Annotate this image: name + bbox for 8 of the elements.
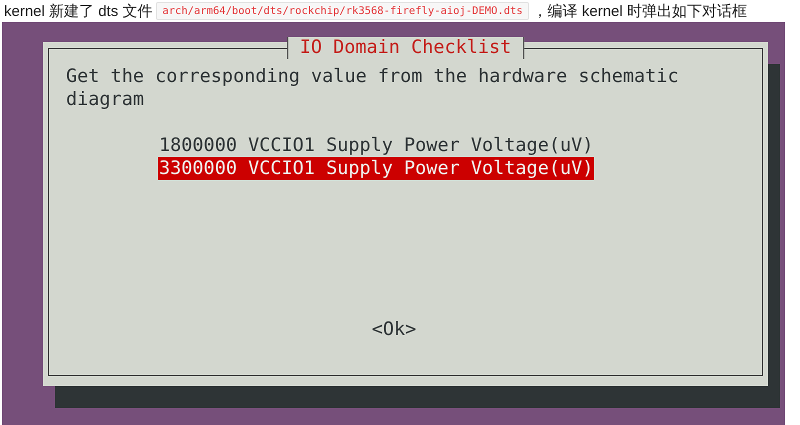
caption-text: kernel 新建了 dts 文件 xyxy=(4,2,152,20)
prompt-text: Get the corresponding value from the hardware schematic diagram xyxy=(66,65,680,111)
caption-text: ，编译 kernel 时弹出如下对话框 xyxy=(532,2,747,20)
option-item[interactable]: 1800000 VCCIO1 Supply Power Voltage(uV) xyxy=(158,134,594,157)
dialog-title: IO Domain Checklist xyxy=(286,37,524,59)
option-item[interactable]: 3300000 VCCIO1 Supply Power Voltage(uV) xyxy=(158,157,594,180)
ok-button[interactable]: <Ok> xyxy=(372,318,416,341)
file-path-code: arch/arm64/boot/dts/rockchip/rk3568-firefly-aioj-DEMO.dts xyxy=(156,2,529,20)
